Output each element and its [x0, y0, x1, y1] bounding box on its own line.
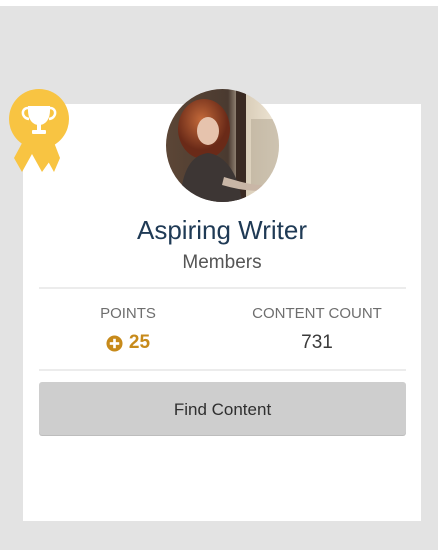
- avatar-image: [166, 89, 279, 202]
- trophy-ribbon-icon: [9, 89, 69, 172]
- divider-top: [39, 287, 406, 289]
- profile-name[interactable]: Aspiring Writer: [23, 213, 421, 247]
- points-number: 25: [128, 332, 151, 353]
- avatar[interactable]: [166, 89, 279, 202]
- points-label: POINTS: [100, 305, 156, 322]
- plus-circle-icon: [106, 334, 123, 352]
- find-content-button[interactable]: Find Content: [39, 382, 406, 436]
- divider-bottom: [39, 369, 406, 371]
- content-count-value: 731: [301, 332, 333, 353]
- member-group: Members: [182, 252, 262, 273]
- points-value: 25: [58, 331, 198, 355]
- content-count-label: CONTENT COUNT: [252, 305, 382, 322]
